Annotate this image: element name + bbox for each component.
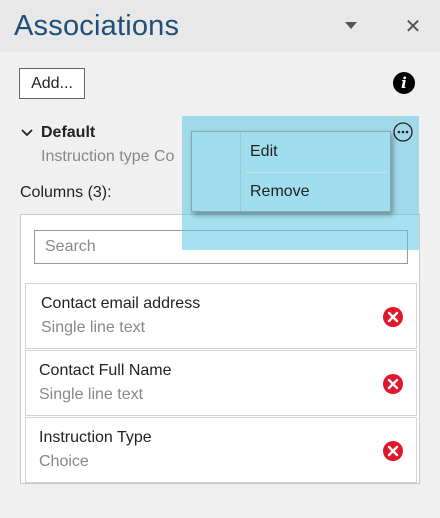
column-type: Choice <box>39 453 89 470</box>
more-options-icon[interactable] <box>393 122 413 142</box>
remove-icon[interactable] <box>383 307 403 327</box>
column-name: Contact email address <box>41 295 201 312</box>
column-type: Single line text <box>41 319 146 336</box>
column-name: Contact Full Name <box>39 362 172 379</box>
context-menu: Edit Remove <box>191 131 391 212</box>
menu-item-label: Edit <box>250 143 278 160</box>
list-item: Instruction Type Choice <box>25 417 417 483</box>
columns-label: Columns (3): <box>20 184 112 201</box>
collapse-chevron-icon[interactable] <box>20 126 34 140</box>
menu-item-label: Remove <box>250 183 310 200</box>
list-item: Contact email address Single line text <box>25 283 417 349</box>
pane-title: Associations <box>14 10 180 42</box>
column-type: Single line text <box>39 386 144 403</box>
columns-card: Contact email address Single line text C… <box>20 214 420 484</box>
remove-icon[interactable] <box>383 441 403 461</box>
info-icon[interactable]: i <box>393 72 415 94</box>
pane-header: Associations ✕ <box>0 0 440 52</box>
chevron-down-icon[interactable] <box>337 12 365 40</box>
list-item: Contact Full Name Single line text <box>25 350 417 416</box>
association-name: Default <box>41 124 96 141</box>
column-name: Instruction Type <box>39 429 152 446</box>
close-icon[interactable]: ✕ <box>399 12 427 40</box>
remove-icon[interactable] <box>383 374 403 394</box>
add-button[interactable]: Add... <box>19 68 85 99</box>
associations-pane: Associations ✕ Add... i Default Instruct… <box>0 0 440 518</box>
menu-item-remove[interactable]: Remove <box>192 173 390 211</box>
association-subtitle: Instruction type Co <box>41 148 175 165</box>
menu-item-edit[interactable]: Edit <box>192 133 390 171</box>
